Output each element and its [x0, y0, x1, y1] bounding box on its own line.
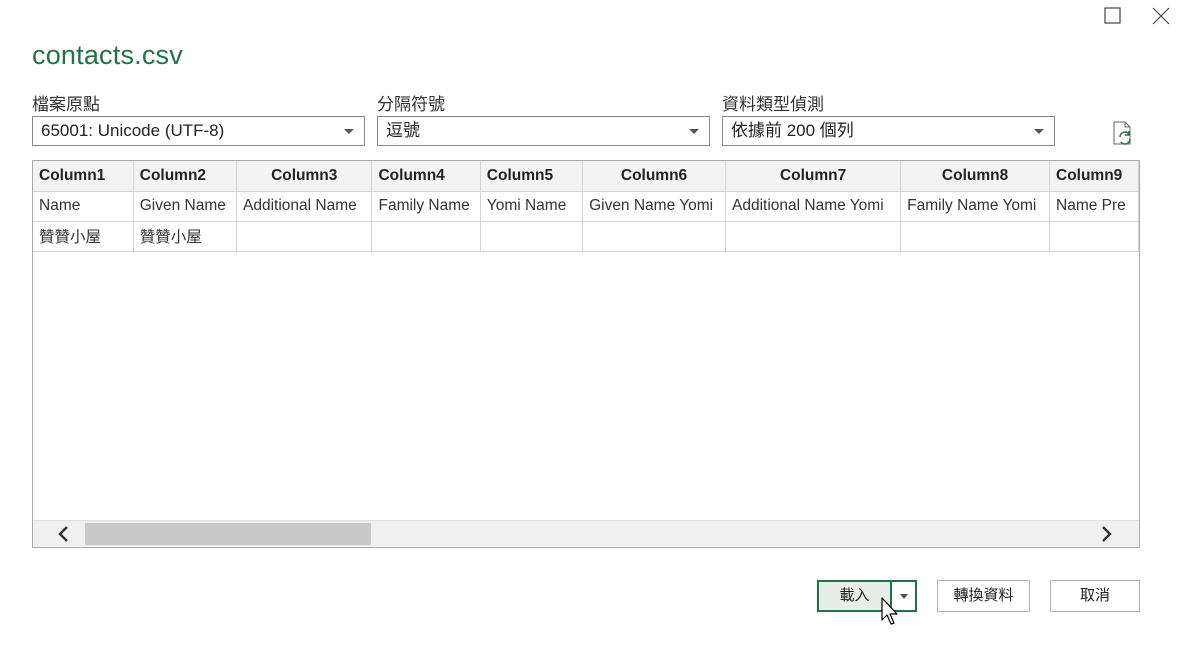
- table-cell: [1049, 221, 1139, 252]
- table-cell: Yomi Name: [480, 191, 584, 222]
- table-cell: Additional Name: [236, 191, 373, 222]
- file-origin-value: 65001: Unicode (UTF-8): [41, 121, 225, 140]
- table-cell: [900, 221, 1050, 252]
- file-origin-label: 檔案原點: [32, 95, 100, 114]
- table-cell: [480, 221, 584, 252]
- preview-table: Column1 Column2 Column3 Column4 Column5 …: [33, 161, 1139, 252]
- delimiter-select[interactable]: 逗號: [377, 116, 710, 146]
- chevron-down-icon: [344, 129, 354, 134]
- mouse-cursor-icon: [881, 597, 898, 625]
- delimiter-label: 分隔符號: [377, 95, 445, 114]
- column-header[interactable]: Column5: [480, 161, 584, 192]
- table-cell: [582, 221, 727, 252]
- cancel-button[interactable]: 取消: [1050, 580, 1140, 612]
- column-header[interactable]: Column2: [133, 161, 238, 192]
- table-cell: Given Name: [133, 191, 238, 222]
- table-cell: [725, 221, 902, 252]
- preview-grid: Column1 Column2 Column3 Column4 Column5 …: [32, 160, 1140, 548]
- column-header[interactable]: Column6: [582, 161, 727, 192]
- column-header[interactable]: Column9: [1049, 161, 1139, 192]
- chevron-down-icon: [1034, 129, 1044, 134]
- table-cell: Name: [33, 191, 134, 222]
- table-row: 贊贊小屋 贊贊小屋: [33, 221, 1139, 252]
- chevron-down-icon: [689, 129, 699, 134]
- scroll-left-icon[interactable]: [55, 525, 73, 543]
- table-row: Name Given Name Additional Name Family N…: [33, 191, 1139, 222]
- header-row: Column1 Column2 Column3 Column4 Column5 …: [33, 161, 1139, 192]
- table-cell: [371, 221, 481, 252]
- close-icon[interactable]: [1149, 4, 1173, 28]
- dialog-title: contacts.csv: [32, 40, 183, 70]
- column-header[interactable]: Column8: [900, 161, 1050, 192]
- table-cell: 贊贊小屋: [133, 221, 238, 252]
- horizontal-scrollbar[interactable]: [33, 520, 1139, 547]
- column-header[interactable]: Column3: [236, 161, 373, 192]
- column-header[interactable]: Column4: [371, 161, 481, 192]
- table-cell: 贊贊小屋: [33, 221, 134, 252]
- table-cell: Additional Name Yomi: [725, 191, 902, 222]
- refresh-icon[interactable]: [1110, 120, 1136, 146]
- transform-data-button[interactable]: 轉換資料: [937, 580, 1030, 612]
- table-cell: Given Name Yomi: [582, 191, 727, 222]
- type-detection-value: 依據前 200 個列: [731, 121, 854, 140]
- column-header[interactable]: Column7: [725, 161, 902, 192]
- scrollbar-thumb[interactable]: [85, 523, 371, 545]
- table-cell: Family Name: [371, 191, 481, 222]
- type-detection-label: 資料類型偵測: [722, 95, 824, 114]
- delimiter-value: 逗號: [386, 121, 420, 140]
- type-detection-select[interactable]: 依據前 200 個列: [722, 116, 1055, 146]
- scroll-right-icon[interactable]: [1097, 525, 1115, 543]
- file-origin-select[interactable]: 65001: Unicode (UTF-8): [32, 116, 365, 146]
- table-cell: Name Pre: [1049, 191, 1139, 222]
- table-cell: Family Name Yomi: [900, 191, 1050, 222]
- maximize-icon[interactable]: [1101, 4, 1125, 28]
- table-cell: [236, 221, 373, 252]
- column-header[interactable]: Column1: [33, 161, 134, 192]
